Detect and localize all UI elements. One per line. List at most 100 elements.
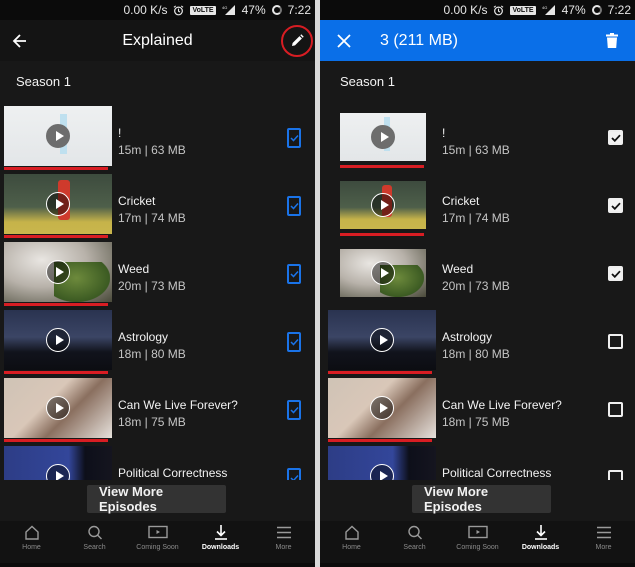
signal-icon: 4G [222,5,236,15]
status-bar: 0.00 K/s VoLTE 4G 47% 7:22 [0,0,315,20]
episode-row[interactable]: Astrology 18m | 80 MB [320,308,635,376]
check-icon [289,338,299,346]
select-checkbox[interactable] [608,402,623,417]
signal-icon: 4G [542,5,556,15]
clock-time: 7:22 [287,3,311,17]
close-selection-button[interactable] [324,20,364,61]
episode-title: Astrology [442,330,493,344]
play-icon[interactable] [370,396,394,420]
episode-row[interactable]: Can We Live Forever? 18m | 75 MB [0,376,315,444]
episode-row[interactable]: ! 15m | 63 MB [0,104,315,172]
episode-thumbnail[interactable] [4,446,112,480]
coming-soon-icon [147,525,168,539]
nav-label: Downloads [521,544,560,551]
episode-title: Political Correctness [118,466,228,480]
play-icon[interactable] [371,193,395,217]
nav-home[interactable]: Home [320,521,383,563]
select-checkbox[interactable] [287,468,301,480]
nav-search[interactable]: Search [383,521,446,563]
episode-thumbnail[interactable] [4,378,112,438]
episode-row[interactable]: Cricket 17m | 74 MB [0,172,315,240]
select-checkbox[interactable] [287,128,301,148]
select-checkbox[interactable] [608,130,623,145]
search-icon [87,525,102,540]
select-checkbox[interactable] [608,198,623,213]
play-icon[interactable] [371,261,395,285]
episode-row[interactable]: Weed 20m | 73 MB [320,240,635,308]
view-more-episodes-button[interactable]: View More Episodes [412,484,551,514]
episode-list: ! 15m | 63 MB Cricket 17m | 74 MB Weed 2… [320,104,635,480]
check-icon [610,134,621,142]
watch-progress-bar [4,303,108,306]
episode-thumbnail[interactable] [4,242,112,302]
episode-row[interactable]: Political Correctness [320,444,635,480]
episode-thumbnail[interactable] [4,310,112,370]
episode-thumbnail[interactable] [340,113,426,161]
nav-label: Home [22,544,41,551]
episode-meta: 20m | 73 MB [118,279,186,293]
home-icon [344,525,359,540]
play-icon[interactable] [371,125,395,149]
episode-row[interactable]: Can We Live Forever? 18m | 75 MB [320,376,635,444]
nav-label: More [275,544,292,551]
nav-more[interactable]: More [572,521,635,563]
net-speed: 0.00 K/s [443,3,488,17]
select-checkbox[interactable] [287,196,301,216]
episode-thumbnail[interactable] [340,249,426,297]
nav-coming-soon[interactable]: Coming Soon [126,521,189,563]
watch-progress-bar [4,371,108,374]
nav-downloads[interactable]: Downloads [509,521,572,563]
play-icon[interactable] [46,192,70,216]
episode-thumbnail[interactable] [4,174,112,234]
episode-meta: 18m | 80 MB [442,347,510,361]
app-bar: Explained [0,20,315,61]
volte-badge: VoLTE [510,5,536,15]
episode-thumbnail[interactable] [328,446,436,480]
nav-label: Home [342,544,361,551]
nav-label: Downloads [201,544,240,551]
delete-button[interactable] [597,20,627,61]
nav-search[interactable]: Search [63,521,126,563]
episode-row[interactable]: Weed 20m | 73 MB [0,240,315,308]
select-checkbox[interactable] [287,400,301,420]
watch-progress-bar [340,233,424,236]
play-icon[interactable] [46,396,70,420]
nav-home[interactable]: Home [0,521,63,563]
nav-label: Search [83,544,106,551]
select-checkbox[interactable] [608,266,623,281]
episode-row[interactable]: Astrology 18m | 80 MB [0,308,315,376]
play-icon[interactable] [370,328,394,352]
episode-thumbnail[interactable] [328,310,436,370]
select-checkbox[interactable] [287,264,301,284]
select-checkbox[interactable] [608,334,623,349]
download-icon [534,525,547,540]
play-icon[interactable] [46,260,70,284]
nav-downloads[interactable]: Downloads [189,521,252,563]
episode-meta: 18m | 75 MB [118,415,186,429]
back-button[interactable] [0,20,40,61]
episode-row[interactable]: Political Correctness [0,444,315,480]
nav-label: More [595,544,612,551]
episode-thumbnail[interactable] [4,106,112,166]
watch-progress-bar [4,439,108,442]
nav-more[interactable]: More [252,521,315,563]
nav-label: Coming Soon [136,544,179,551]
play-icon[interactable] [46,328,70,352]
menu-icon [596,526,611,539]
nav-coming-soon[interactable]: Coming Soon [446,521,509,563]
episode-title: Cricket [118,194,156,208]
episode-meta: 18m | 80 MB [118,347,186,361]
episode-title: Cricket [442,194,480,208]
select-checkbox[interactable] [608,470,623,480]
episode-meta: 15m | 63 MB [118,143,186,157]
episode-row[interactable]: ! 15m | 63 MB [320,104,635,172]
battery-level: 47% [561,3,586,17]
edit-button[interactable] [281,25,313,57]
view-more-episodes-button[interactable]: View More Episodes [87,484,226,514]
episode-row[interactable]: Cricket 17m | 74 MB [320,172,635,240]
menu-icon [276,526,291,539]
select-checkbox[interactable] [287,332,301,352]
play-icon[interactable] [46,124,70,148]
episode-thumbnail[interactable] [340,181,426,229]
episode-thumbnail[interactable] [328,378,436,438]
